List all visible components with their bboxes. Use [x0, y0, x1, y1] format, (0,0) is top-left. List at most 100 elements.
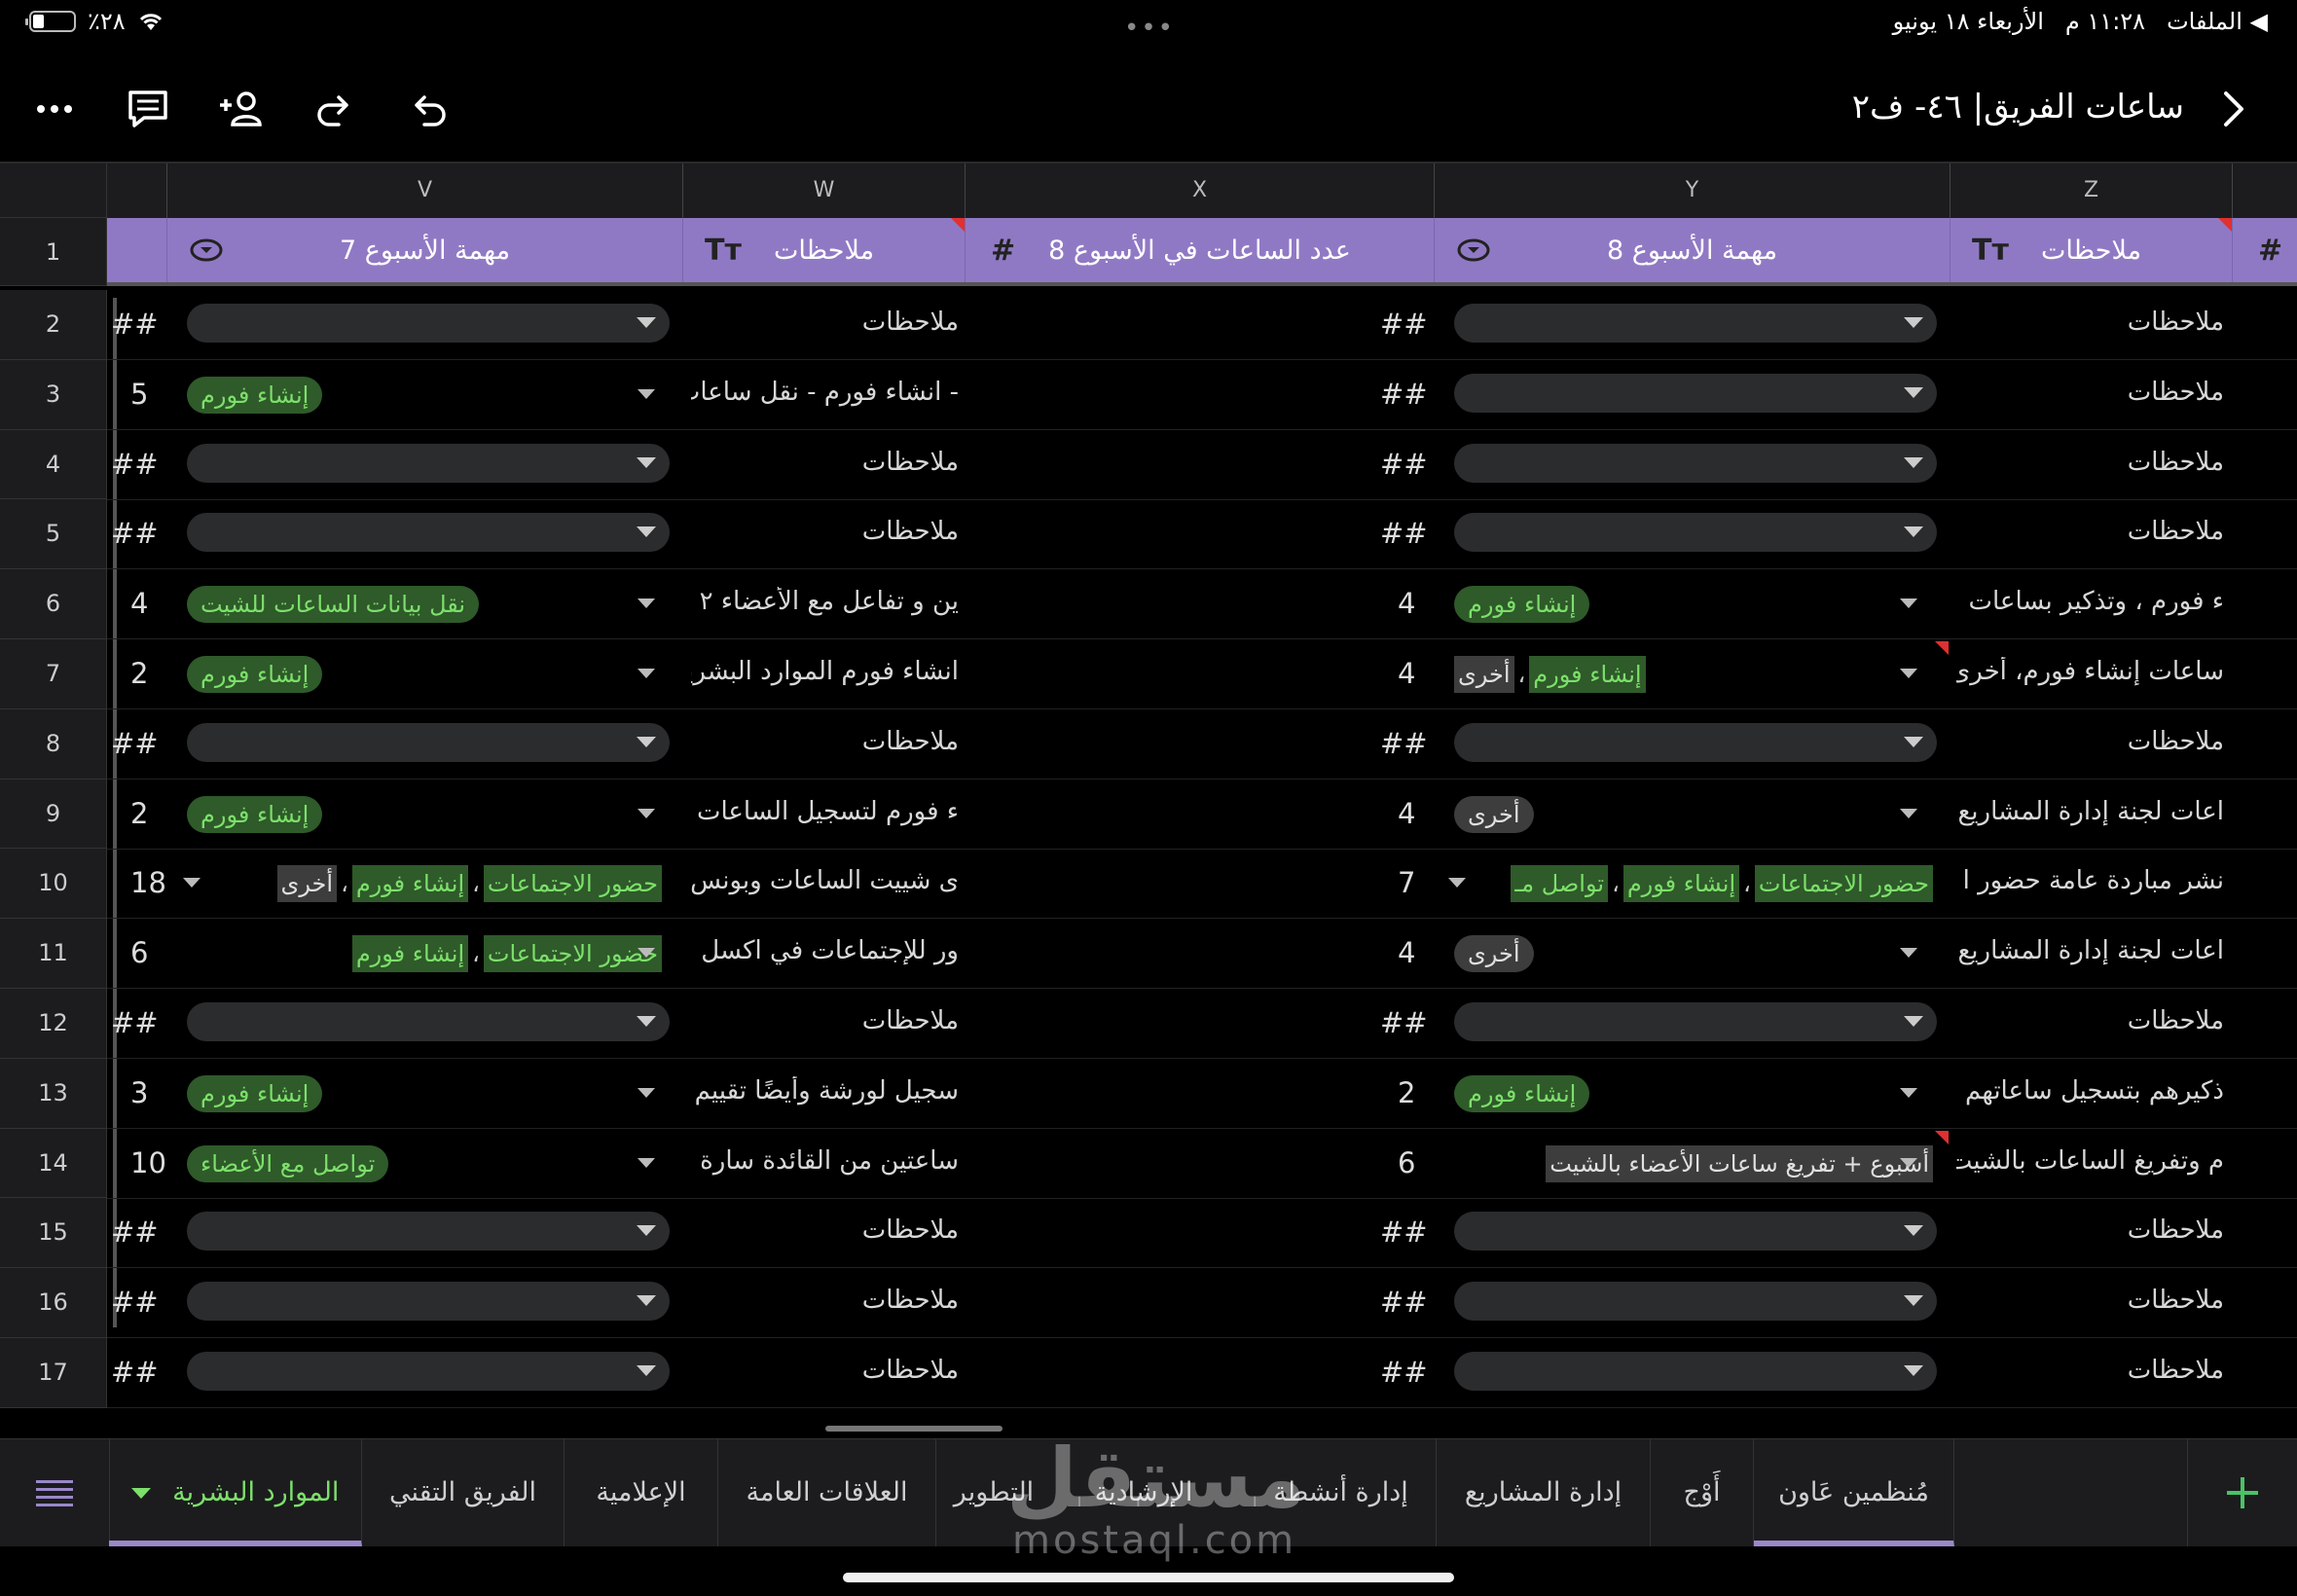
week7-task-dropdown[interactable]: [187, 1352, 670, 1391]
notes-w-cell[interactable]: - انشاء فورم - نقل ساعات: [691, 378, 959, 407]
week7-hours-cell[interactable]: 5: [130, 378, 148, 411]
week7-task-chip[interactable]: إنشاء فورم: [187, 656, 323, 693]
chevron-down-icon[interactable]: [1900, 948, 1917, 959]
chevron-down-icon[interactable]: [130, 1488, 151, 1499]
add-sheet-button[interactable]: [2187, 1439, 2297, 1546]
week7-hours-cell[interactable]: ##: [111, 1356, 159, 1389]
column-header-x[interactable]: X: [966, 163, 1435, 218]
week8-task-chip[interactable]: أخرى: [1454, 795, 1534, 833]
week8-hours-cell[interactable]: ##: [1380, 1006, 1428, 1039]
week8-hours-cell[interactable]: ##: [1380, 517, 1428, 550]
week7-hours-cell[interactable]: ##: [111, 1006, 159, 1039]
notes-w-cell[interactable]: سجيل لورشة وأيضًا تقييم: [691, 1076, 959, 1106]
chevron-down-icon[interactable]: [1448, 878, 1466, 889]
chevron-down-icon[interactable]: [1900, 808, 1917, 818]
week8-hours-cell[interactable]: ##: [1380, 727, 1428, 760]
tab-project-management[interactable]: إدارة المشاريع: [1437, 1439, 1651, 1546]
week8-task-dropdown[interactable]: [1454, 1282, 1937, 1322]
week7-task-dropdown[interactable]: [187, 722, 670, 762]
week8-task-tags[interactable]: حضور الاجتماعات ، إنشاء فورم ، تواصل مـ: [1511, 865, 1933, 903]
week7-hours-cell[interactable]: 18: [130, 866, 166, 899]
row-number[interactable]: 7: [0, 639, 107, 709]
notes-w-cell[interactable]: ى شييت الساعات وبونس: [691, 866, 959, 895]
column-header-v[interactable]: V: [167, 163, 683, 218]
header-cell-notes-w[interactable]: ملاحظات Tт: [683, 218, 966, 282]
week8-hours-cell[interactable]: 4: [1398, 797, 1415, 830]
notes-w-cell[interactable]: ملاحظات: [691, 1286, 959, 1315]
notes-w-cell[interactable]: ملاحظات: [691, 1006, 959, 1035]
chevron-down-icon[interactable]: [1900, 598, 1917, 609]
week8-task-dropdown[interactable]: [1454, 513, 1937, 553]
week7-task-tags[interactable]: حضور الاجتماعات ، إنشاء فورم ، أخرى: [276, 865, 662, 903]
week8-task-tags[interactable]: إنشاء فورم ، أخرى: [1454, 656, 1646, 693]
header-cell-next-number[interactable]: #: [2233, 218, 2297, 282]
notes-z-cell[interactable]: اعات لجنة إدارة المشاريع: [1956, 797, 2224, 826]
notes-z-cell[interactable]: ملاحظات: [1956, 517, 2224, 546]
row-number[interactable]: 9: [0, 779, 107, 850]
week8-task-dropdown[interactable]: [1454, 443, 1937, 483]
notes-z-cell[interactable]: ملاحظات: [1956, 1006, 2224, 1035]
week7-hours-cell[interactable]: 3: [130, 1076, 148, 1109]
week8-task-chip[interactable]: أخرى: [1454, 935, 1534, 973]
notes-z-cell[interactable]: اعات لجنة إدارة المشاريع: [1956, 936, 2224, 965]
notes-w-cell[interactable]: ور للإجتماعات في اكسل: [691, 936, 959, 965]
notes-z-cell[interactable]: ملاحظات: [1956, 1286, 2224, 1315]
tab-public-relations[interactable]: العلاقات العامة: [718, 1439, 936, 1546]
week8-hours-cell[interactable]: 4: [1398, 657, 1415, 690]
week8-hours-cell[interactable]: ##: [1380, 448, 1428, 481]
header-cell-notes-z[interactable]: ملاحظات Tт: [1951, 218, 2233, 282]
week7-task-tags[interactable]: حضور الاجتماعات ، إنشاء فورم: [351, 935, 662, 973]
document-title[interactable]: ساعات الفريق| ٤٦- ف٢: [1852, 88, 2184, 127]
week8-hours-cell[interactable]: ##: [1380, 378, 1428, 411]
chevron-down-icon[interactable]: [638, 1157, 655, 1168]
chevron-down-icon[interactable]: [638, 1087, 655, 1098]
notes-w-cell[interactable]: ملاحظات: [691, 308, 959, 337]
row-number[interactable]: 8: [0, 708, 107, 780]
notes-w-cell[interactable]: ملاحظات: [691, 1356, 959, 1385]
row-number[interactable]: 11: [0, 919, 107, 989]
week8-hours-cell[interactable]: ##: [1380, 1286, 1428, 1319]
notes-z-cell[interactable]: ساعات إنشاء فورم، أخرى: [1956, 657, 2224, 686]
notes-w-cell[interactable]: انشاء فورم الموارد البشريه: [691, 657, 959, 686]
week8-hours-cell[interactable]: 4: [1398, 587, 1415, 620]
week7-task-dropdown[interactable]: [187, 1282, 670, 1322]
notes-z-cell[interactable]: نشر مباردة عامة حضور ا: [1956, 866, 2224, 895]
week7-task-chip[interactable]: إنشاء فورم: [187, 795, 323, 833]
row-number[interactable]: 13: [0, 1058, 107, 1129]
notes-z-cell[interactable]: ملاحظات: [1956, 378, 2224, 407]
notes-w-cell[interactable]: ء فورم لتسجيل الساعات: [691, 797, 959, 826]
tab-hr[interactable]: الموارد البشرية: [109, 1439, 362, 1546]
week7-hours-cell[interactable]: ##: [111, 1286, 159, 1319]
row-number[interactable]: 3: [0, 359, 107, 430]
notes-z-cell[interactable]: ذكيرهم بتسجيل ساعاتهم: [1956, 1076, 2224, 1106]
column-header-z[interactable]: Z: [1951, 163, 2233, 218]
row-number[interactable]: 17: [0, 1338, 107, 1408]
tab-awj[interactable]: أَوْج: [1651, 1439, 1754, 1546]
chevron-down-icon[interactable]: [183, 878, 201, 889]
week8-task-dropdown[interactable]: [1454, 1352, 1937, 1391]
notes-z-cell[interactable]: ء فورم ، وتذكير بساعات: [1956, 587, 2224, 616]
week7-hours-cell[interactable]: ##: [111, 448, 159, 481]
week7-task-dropdown[interactable]: [187, 443, 670, 483]
week7-hours-cell[interactable]: ##: [111, 308, 159, 341]
back-button[interactable]: [2209, 82, 2258, 136]
multitask-dots-icon[interactable]: •••: [1124, 14, 1175, 43]
week8-task-dropdown[interactable]: [1454, 373, 1937, 413]
week8-task-dropdown[interactable]: [1454, 1212, 1937, 1251]
column-header-u[interactable]: [107, 163, 167, 218]
more-options-button[interactable]: [25, 80, 84, 138]
week7-task-dropdown[interactable]: [187, 304, 670, 343]
week8-task-dropdown[interactable]: [1454, 722, 1937, 762]
week7-task-chip[interactable]: نقل بيانات الساعات للشيت: [187, 586, 480, 624]
notes-z-cell[interactable]: ملاحظات: [1956, 727, 2224, 756]
tab-media[interactable]: الإعلامية: [565, 1439, 718, 1546]
sheets-list-button[interactable]: [0, 1439, 110, 1546]
week8-hours-cell[interactable]: 7: [1398, 866, 1415, 899]
week8-hours-cell[interactable]: 6: [1398, 1146, 1415, 1179]
row-number[interactable]: 15: [0, 1198, 107, 1269]
header-cell-week8-task[interactable]: مهمة الأسبوع 8: [1435, 218, 1951, 282]
chevron-down-icon[interactable]: [638, 388, 655, 399]
week8-task-tags[interactable]: أسبوع + تفريغ ساعات الأعضاء بالشيت: [1546, 1144, 1933, 1182]
week7-hours-cell[interactable]: 4: [130, 587, 148, 620]
chevron-down-icon[interactable]: [1900, 1157, 1917, 1168]
